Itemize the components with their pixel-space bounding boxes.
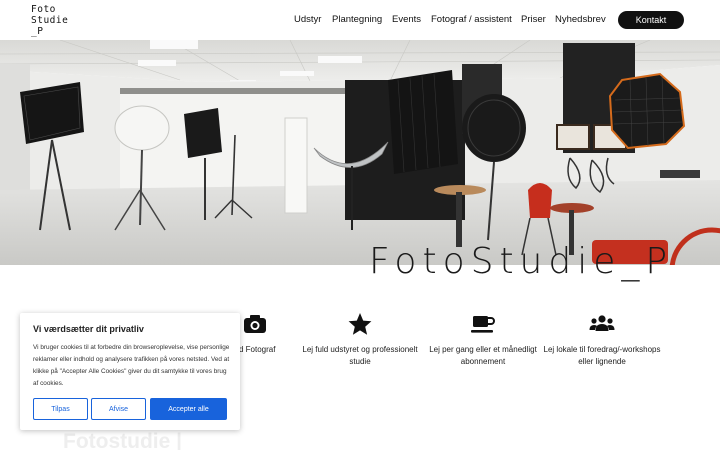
nav-item-events[interactable]: Events [392, 14, 421, 25]
hero-image [0, 40, 720, 265]
feature-workshops: Lej lokale til foredrag/-workshops eller… [537, 312, 667, 368]
logo-line-1: Foto [31, 4, 56, 15]
accept-all-button[interactable]: Accepter alle [150, 398, 227, 420]
nav-item-udstyr[interactable]: Udstyr [294, 14, 321, 25]
feature-text: Lej fuld udstyret og professionelt studi… [302, 345, 418, 366]
logo-line-2: Studie [31, 15, 69, 26]
cookie-consent-banner: Vi værdsætter dit privatliv Vi bruger co… [20, 313, 240, 430]
feature-text: Lej per gang eller et månedligt abonneme… [429, 345, 537, 366]
nav-item-plantegning[interactable]: Plantegning [332, 14, 382, 25]
feature-subscription: Lej per gang eller et månedligt abonneme… [418, 312, 548, 368]
site-header: Foto Studie _P Udstyr Plantegning Events… [0, 0, 720, 40]
star-icon [348, 313, 372, 335]
users-icon [589, 315, 615, 331]
section-heading: Fotostudie | [63, 430, 183, 450]
nav-item-nyhedsbrev[interactable]: Nyhedsbrev [555, 14, 606, 25]
studio-photo [0, 40, 720, 265]
customize-button[interactable]: Tilpas [33, 398, 88, 420]
cookie-title: Vi værdsætter dit privatliv [33, 324, 144, 334]
contact-button[interactable]: Kontakt [618, 11, 684, 29]
feature-text: Lej lokale til foredrag/-workshops eller… [543, 345, 661, 366]
hero-title: FotoStudie_P [369, 241, 674, 282]
reject-button[interactable]: Afvise [91, 398, 146, 420]
feature-studio: Lej fuld udstyret og professionelt studi… [295, 312, 425, 368]
nav-item-priser[interactable]: Priser [521, 14, 546, 25]
cookie-description: Vi bruger cookies til at forbedre din br… [33, 344, 230, 387]
camera-icon [244, 315, 266, 333]
coffee-cup-icon [471, 316, 495, 333]
nav-item-fotograf-assistent[interactable]: Fotograf / assistent [431, 14, 512, 25]
site-logo[interactable]: Foto Studie _P [31, 4, 68, 37]
logo-line-3: _P [31, 26, 44, 37]
